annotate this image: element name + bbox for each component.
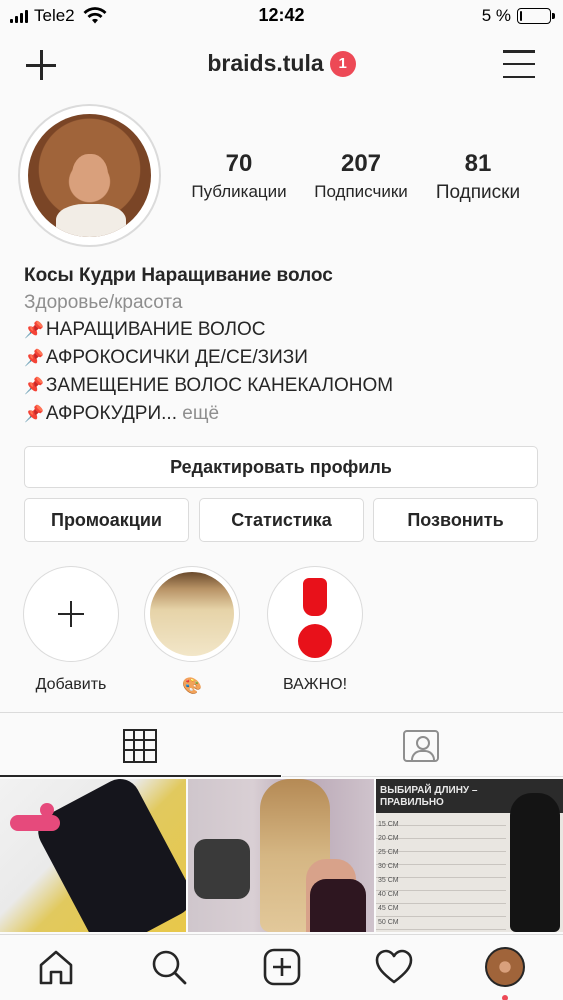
ruler-label: 50 СМ (378, 919, 399, 926)
highlight-add[interactable]: Добавить (22, 566, 120, 694)
pin-icon: 📌 (24, 322, 44, 339)
battery-icon (517, 8, 555, 24)
stat-posts-label: Публикации (191, 182, 287, 201)
stat-following[interactable]: 81 Подписки (426, 150, 530, 204)
call-button[interactable]: Позвонить (373, 498, 538, 542)
post-thumbnail[interactable] (0, 779, 186, 932)
stat-followers-count: 207 (340, 150, 382, 177)
ruler-label: 20 СМ (378, 835, 399, 842)
profile-avatar (28, 114, 151, 237)
username: braids.tula (207, 50, 324, 76)
highlight-label: 🎨 (182, 678, 202, 695)
profile-bio: Косы Кудри Наращивание волос Здоровье/кр… (24, 262, 544, 428)
pink-clip (10, 815, 60, 831)
battery-percent: 5 % (481, 6, 511, 25)
exclamation-bar (303, 578, 327, 616)
status-time: 12:42 (258, 5, 305, 25)
highlight-label: Добавить (35, 676, 107, 693)
salon-chair (194, 839, 250, 899)
bio-line-text: ЗАМЕЩЕНИЕ ВОЛОС КАНЕКАЛОНОМ (45, 375, 394, 396)
bio-line: 📌 НАРАЩИВАНИЕ ВОЛОС (24, 316, 544, 344)
pin-icon: 📌 (24, 378, 44, 395)
insights-button[interactable]: Статистика (199, 498, 364, 542)
username-title[interactable]: braids.tula 1 (0, 50, 563, 77)
profile-category: Здоровье/красота (24, 292, 183, 313)
home-icon[interactable] (36, 947, 76, 987)
exclamation-dot (298, 624, 332, 658)
bio-line: 📌 ЗАМЕЩЕНИЕ ВОЛОС КАНЕКАЛОНОМ (24, 372, 544, 400)
ruler-label: 15 СМ (378, 821, 399, 828)
heart-icon[interactable] (374, 947, 414, 987)
stat-posts-count: 70 (225, 150, 253, 177)
ruler-label: 30 СМ (378, 863, 399, 870)
search-icon[interactable] (149, 947, 189, 987)
promotions-button[interactable]: Промоакции (24, 498, 189, 542)
profile-tabs (0, 713, 563, 777)
menu-line (503, 50, 535, 53)
bio-line: 📌 АФРОКУДРИ... ещё (24, 400, 544, 428)
bio-line-text: АФРОКОСИЧКИ ДЕ/СЕ/ЗИЗИ (45, 347, 308, 368)
edit-profile-button[interactable]: Редактировать профиль (24, 446, 538, 488)
add-post-icon[interactable] (262, 947, 302, 987)
avatar-face (72, 154, 108, 200)
tab-tagged[interactable] (282, 713, 563, 777)
grid-icon (123, 729, 157, 763)
ruler-label: 40 СМ (378, 891, 399, 898)
highlight-label: ВАЖНО! (282, 676, 348, 693)
dark-shirt (310, 879, 366, 932)
pin-icon: 📌 (24, 350, 44, 367)
tagged-icon (403, 730, 439, 762)
status-right: 5 % (481, 6, 555, 26)
battery-level (520, 11, 522, 21)
bottom-nav (0, 934, 563, 1000)
highlight-hair[interactable]: 🎨 (143, 566, 241, 696)
black-hair (510, 793, 560, 932)
highlight-cover[interactable] (144, 566, 240, 662)
highlight-important[interactable]: ВАЖНО! (266, 566, 364, 694)
stat-following-count: 81 (464, 150, 492, 177)
avatar-body (56, 204, 126, 237)
pink-ball (40, 803, 54, 817)
exclamation-icon (273, 572, 357, 658)
bio-line: 📌 АФРОКОСИЧКИ ДЕ/СЕ/ЗИЗИ (24, 344, 544, 372)
ruler-label: 45 СМ (378, 905, 399, 912)
activity-dot (502, 995, 508, 1000)
profile-avatar-ring[interactable] (18, 104, 161, 247)
curly-hair (31, 779, 186, 932)
ruler-lines: 15 СМ 20 СМ 25 СМ 30 СМ 35 СМ 40 СМ 45 С… (376, 813, 506, 932)
tab-grid[interactable] (0, 713, 281, 777)
pin-icon: 📌 (24, 406, 44, 423)
profile-header: braids.tula 1 (0, 38, 563, 90)
hair-photo (150, 572, 234, 656)
post-thumbnail[interactable]: ВЫБИРАЙ ДЛИНУ – ПРАВИЛЬНО 15 СМ 20 СМ 25… (376, 779, 563, 932)
menu-line (503, 75, 535, 78)
profile-avatar (485, 947, 525, 987)
notification-badge[interactable]: 1 (329, 51, 356, 77)
status-bar: Tele2 12:42 5 % (0, 0, 563, 32)
highlight-cover[interactable] (267, 566, 363, 662)
ruler-label: 35 СМ (378, 877, 399, 884)
stat-posts[interactable]: 70 Публикации (184, 150, 294, 202)
stat-following-label: Подписки (435, 182, 521, 203)
bio-more-link[interactable]: ещё (182, 403, 219, 424)
stat-followers[interactable]: 207 Подписчики (306, 150, 416, 202)
bio-line-text: АФРОКУДРИ... (45, 403, 177, 424)
menu-line (503, 62, 535, 66)
menu-button[interactable] (503, 50, 535, 78)
post-grid: ВЫБИРАЙ ДЛИНУ – ПРАВИЛЬНО 15 СМ 20 СМ 25… (0, 779, 563, 932)
plus-icon[interactable] (23, 566, 119, 662)
bio-line-text: НАРАЩИВАНИЕ ВОЛОС (45, 319, 266, 340)
ruler-label: 25 СМ (378, 849, 399, 856)
profile-name: Косы Кудри Наращивание волос (24, 265, 333, 286)
stat-followers-label: Подписчики (314, 182, 408, 201)
profile-tab[interactable] (485, 947, 525, 1000)
post-thumbnail[interactable] (188, 779, 374, 932)
